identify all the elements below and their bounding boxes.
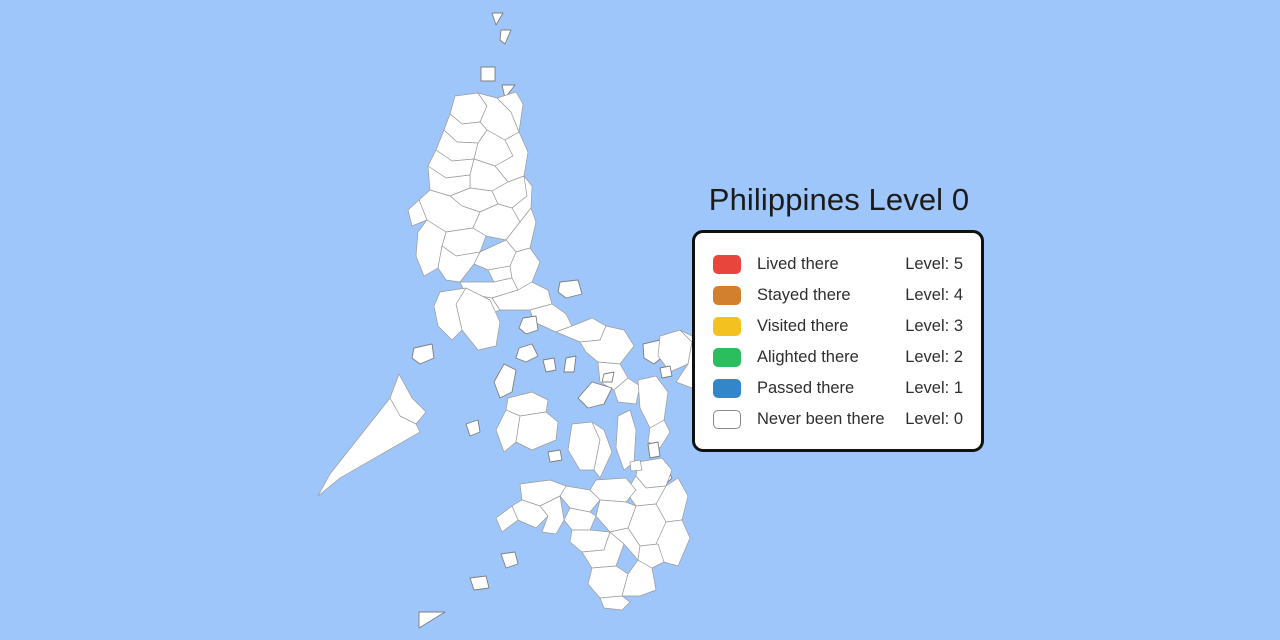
map-region-lanao-del-norte[interactable] [563, 507, 597, 531]
map-svg[interactable] [0, 0, 1280, 640]
map-region-biliran[interactable] [659, 365, 673, 379]
map-region-cebu[interactable] [615, 409, 637, 471]
legend-level-alighted-there: Level: 2 [905, 348, 963, 366]
legend-level-lived-there: Level: 5 [905, 255, 963, 273]
map-region-batanes-1[interactable] [491, 12, 504, 26]
map-region-romblon-1[interactable] [515, 343, 539, 363]
legend-swatch-passed-there[interactable] [713, 379, 741, 398]
map-region-tablas[interactable] [493, 363, 517, 399]
legend-level-stayed-there: Level: 4 [905, 286, 963, 304]
map-region-jolo[interactable] [469, 575, 490, 591]
map-region-polillo[interactable] [557, 279, 583, 299]
legend-label-passed-there: Passed there [757, 379, 855, 397]
legend-label-stayed-there: Stayed there [757, 286, 851, 304]
map-region-lanao-del-sur[interactable] [569, 529, 611, 553]
map-region-calamian[interactable] [411, 343, 435, 365]
legend-swatch-alighted-there[interactable] [713, 348, 741, 367]
map-visualization-page: Philippines Level 0 Lived there Level: 5… [0, 0, 1280, 640]
map-region-batanes-2[interactable] [499, 29, 512, 45]
map-region-cuyo[interactable] [465, 419, 481, 437]
map-region-panaon[interactable] [647, 441, 661, 459]
map-region-burias[interactable] [563, 355, 577, 373]
legend-label-lived-there: Lived there [757, 255, 839, 273]
legend-swatch-never-been-there[interactable] [713, 410, 741, 429]
map-region-antique[interactable] [495, 409, 521, 453]
legend-level-never-been-there: Level: 0 [905, 410, 963, 428]
legend-label-visited-there: Visited there [757, 317, 849, 335]
map-region-guimaras[interactable] [547, 449, 563, 463]
map-region-camiguin[interactable] [629, 459, 643, 472]
legend-swatch-lived-there[interactable] [713, 255, 741, 274]
map-region-sarangani[interactable] [599, 595, 631, 611]
map-region-marinduque[interactable] [518, 315, 539, 335]
map-region-basilan[interactable] [500, 551, 519, 569]
map-region-tawi-tawi[interactable] [418, 611, 446, 629]
legend-swatch-stayed-there[interactable] [713, 286, 741, 305]
legend-panel: Lived there Level: 5 Stayed there Level:… [692, 230, 984, 452]
legend-row-visited-there[interactable]: Visited there Level: 3 [713, 311, 963, 342]
map-region-south-cotabato[interactable] [587, 565, 629, 599]
page-title: Philippines Level 0 [708, 182, 970, 217]
philippines-map[interactable] [0, 0, 1280, 640]
legend-row-passed-there[interactable]: Passed there Level: 1 [713, 373, 963, 404]
legend-row-never-been-there[interactable]: Never been there Level: 0 [713, 404, 963, 435]
legend-label-never-been-there: Never been there [757, 410, 885, 428]
legend-swatch-visited-there[interactable] [713, 317, 741, 336]
legend-row-alighted-there[interactable]: Alighted there Level: 2 [713, 342, 963, 373]
legend-label-alighted-there: Alighted there [757, 348, 859, 366]
legend-level-passed-there: Level: 1 [905, 379, 963, 397]
map-region-babuyan-1[interactable] [480, 66, 496, 82]
map-region-iloilo[interactable] [515, 411, 559, 451]
map-region-romblon-2[interactable] [542, 357, 557, 373]
legend-level-visited-there: Level: 3 [905, 317, 963, 335]
legend-row-stayed-there[interactable]: Stayed there Level: 4 [713, 280, 963, 311]
legend-row-lived-there[interactable]: Lived there Level: 5 [713, 249, 963, 280]
